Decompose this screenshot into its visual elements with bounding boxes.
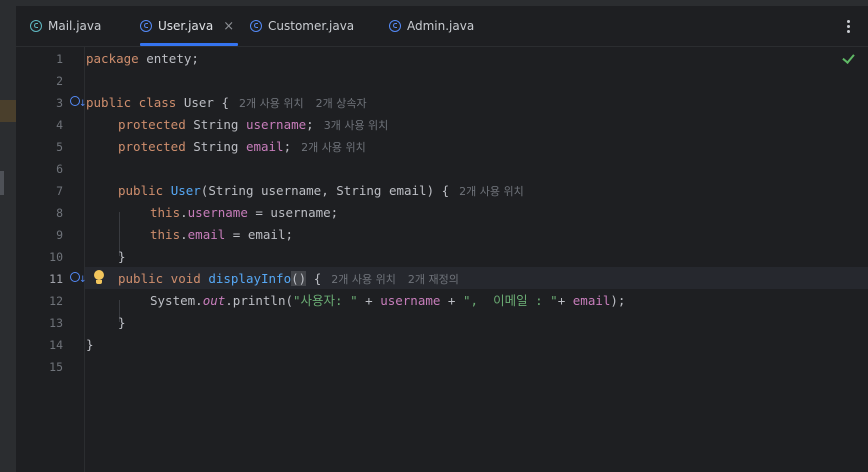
code-line-9: this.email = email; xyxy=(150,224,293,246)
code-text: + xyxy=(557,293,573,308)
tab-label: User.java xyxy=(158,19,214,33)
overridden-methods-icon[interactable]: ↓ xyxy=(70,271,87,285)
tab-admin-java[interactable]: Admin.java xyxy=(389,6,474,46)
tab-label: Mail.java xyxy=(48,19,102,33)
code-line-4: protected String username; 3개 사용 위치 xyxy=(118,114,388,137)
class-name: User { xyxy=(176,95,229,110)
keyword: protected xyxy=(118,117,186,132)
field-name: email xyxy=(187,227,226,242)
code-text: = username; xyxy=(247,205,339,220)
code-text: + xyxy=(357,293,381,308)
keyword: public void xyxy=(118,271,201,286)
string-literal: "사용자: " xyxy=(293,293,358,308)
tab-label: Admin.java xyxy=(407,19,475,33)
overrides-hint[interactable]: 2개 재정의 xyxy=(408,273,459,286)
class-icon xyxy=(389,20,401,32)
inheritors-hint[interactable]: 2개 상속자 xyxy=(316,97,367,110)
code-text: . xyxy=(180,205,188,220)
class-icon xyxy=(250,20,262,32)
code-text: (String username, String email) { xyxy=(200,183,450,198)
keyword: public xyxy=(118,183,164,198)
usages-hint[interactable]: 2개 사용 위치 xyxy=(239,97,304,110)
code-line-8: this.username = username; xyxy=(150,202,338,224)
code-line-7: public User(String username, String emai… xyxy=(118,180,524,203)
code-text: ; xyxy=(306,117,314,132)
type-name: String xyxy=(185,139,246,154)
code-line-1: package entety; xyxy=(86,48,199,70)
code-text: ; xyxy=(283,139,292,154)
code-text: .println( xyxy=(225,293,293,308)
code-line-5: protected String email; 2개 사용 위치 xyxy=(118,136,366,159)
matched-parens: () xyxy=(291,271,307,286)
tool-window-strip xyxy=(0,6,16,472)
line-number-gutter[interactable]: 1 2 3 4 5 6 7 8 9 10 11 12 13 14 15 ↓ ↓ xyxy=(16,47,87,472)
usages-hint[interactable]: 2개 사용 위치 xyxy=(459,185,524,198)
static-field: out xyxy=(202,293,226,308)
code-line-11: public void displayInfo() {2개 사용 위치 2개 재정… xyxy=(118,268,459,291)
check-icon[interactable] xyxy=(842,52,856,66)
line-number: 14 xyxy=(49,338,63,352)
field-name: email xyxy=(245,139,284,154)
editor-tab-bar: Mail.java User.java × Customer.java Admi… xyxy=(16,6,868,47)
class-icon xyxy=(140,20,152,32)
keyword: this xyxy=(150,205,181,220)
method-name: displayInfo xyxy=(208,271,292,286)
code-text: ); xyxy=(610,293,626,308)
field-name: username xyxy=(187,205,248,220)
code-line-3: public class User { 2개 사용 위치 2개 상속자 xyxy=(86,92,367,115)
usages-hint[interactable]: 3개 사용 위치 xyxy=(324,119,389,132)
line-number: 7 xyxy=(56,184,63,198)
line-number: 10 xyxy=(49,250,63,264)
line-number: 12 xyxy=(49,294,63,308)
usages-hint[interactable]: 2개 사용 위치 xyxy=(301,141,366,154)
code-line-10: } xyxy=(118,246,126,268)
line-number: 15 xyxy=(49,360,63,374)
code-text: . xyxy=(180,227,188,242)
line-number: 13 xyxy=(49,316,63,330)
line-number-current: 11 xyxy=(49,272,63,286)
tab-label: Customer.java xyxy=(268,19,355,33)
code-editor[interactable]: package entety; public class User {2개 사용… xyxy=(84,47,868,472)
keyword: public class xyxy=(86,95,177,110)
line-number: 4 xyxy=(56,118,63,132)
line-number: 1 xyxy=(56,52,63,66)
line-number: 8 xyxy=(56,206,63,220)
code-text: System. xyxy=(150,293,203,308)
code-text: } xyxy=(118,315,126,330)
code-text: } xyxy=(86,337,94,352)
line-number: 9 xyxy=(56,228,63,242)
keyword: package xyxy=(86,51,139,66)
line-number: 2 xyxy=(56,74,63,88)
close-icon[interactable]: × xyxy=(223,19,234,34)
code-line-12: System.out.println("사용자: " + username + … xyxy=(150,290,625,312)
field-name: email xyxy=(572,293,611,308)
tab-user-java[interactable]: User.java × xyxy=(140,6,234,46)
line-number: 6 xyxy=(56,162,63,176)
tab-mail-java[interactable]: Mail.java xyxy=(30,6,101,46)
string-literal: ", 이메일 : " xyxy=(462,293,558,308)
line-number: 3 xyxy=(56,96,63,110)
keyword: protected xyxy=(118,139,186,154)
interface-icon xyxy=(30,20,42,32)
tab-customer-java[interactable]: Customer.java xyxy=(250,6,354,46)
usages-hint[interactable]: 2개 사용 위치 xyxy=(331,273,396,286)
active-tab-indicator xyxy=(140,43,238,46)
code-line-13: } xyxy=(118,312,126,334)
code-line-14: } xyxy=(86,334,94,356)
code-text: = email; xyxy=(225,227,294,242)
implemented-subclasses-icon[interactable]: ↓ xyxy=(70,95,87,109)
code-text: { xyxy=(306,271,322,286)
line-number: 5 xyxy=(56,140,63,154)
more-options-icon[interactable] xyxy=(840,16,856,36)
keyword: this xyxy=(150,227,181,242)
code-text: } xyxy=(118,249,126,264)
tool-window-marker-secondary[interactable] xyxy=(0,171,4,195)
code-text: + xyxy=(440,293,463,308)
tool-window-marker[interactable] xyxy=(0,100,16,122)
field-name: username xyxy=(380,293,441,308)
type-name: String xyxy=(185,117,246,132)
constructor-name: User xyxy=(170,183,201,198)
code-text: entety; xyxy=(138,51,199,66)
field-name: username xyxy=(245,117,307,132)
